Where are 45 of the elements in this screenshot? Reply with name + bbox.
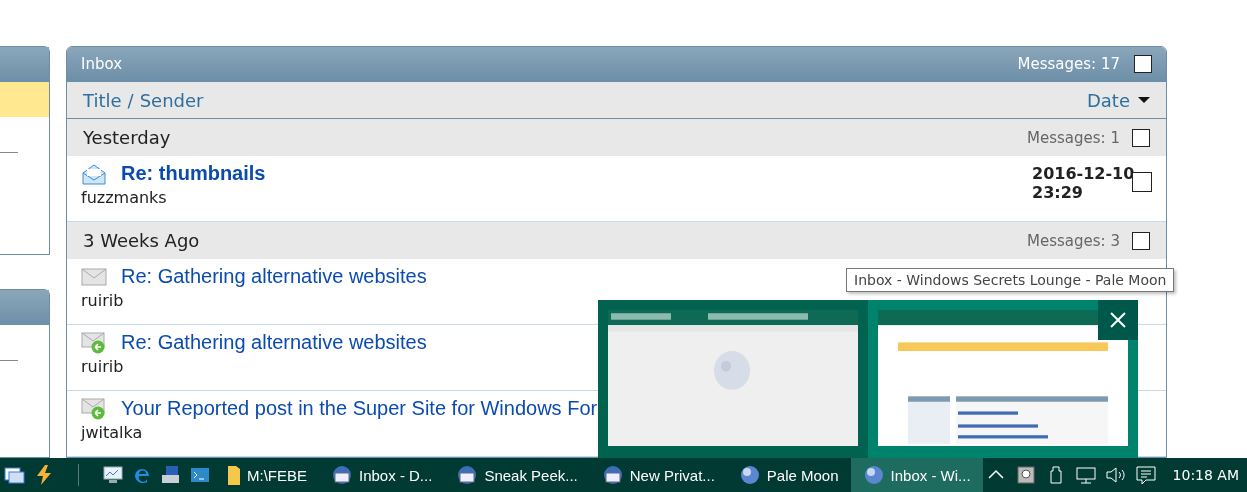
globe-icon — [862, 464, 885, 486]
sender-name: jwitalka — [81, 423, 144, 442]
envelope-reply-icon — [81, 397, 107, 420]
sort-link[interactable]: Sender — [139, 89, 204, 111]
message-count: Messages: 17 — [1017, 55, 1120, 73]
message-title-link[interactable]: Your Reported post in the Super Site for Windows For — [121, 397, 598, 420]
clock: 10:18 AM — [1172, 467, 1239, 483]
checkbox[interactable] — [1132, 128, 1150, 147]
group-label: 3 Weeks Ago — [83, 230, 200, 251]
caret-icon[interactable] — [1138, 96, 1150, 104]
taskbar-button[interactable]: M:\FEBE — [215, 458, 319, 492]
message-title-link[interactable]: Re: Gathering alternative websites — [121, 265, 427, 288]
tooltip: Inbox - Windows Secrets Lounge - Pale Moon — [846, 268, 1175, 292]
panel-title: Inbox — [81, 55, 123, 73]
envelope-icon — [81, 162, 107, 185]
globe-icon — [738, 464, 761, 486]
message-date: 2016-12-10 23:29 — [1032, 163, 1136, 202]
checkbox[interactable] — [1132, 231, 1150, 250]
panel-header — [0, 290, 49, 326]
sender-name: ruirib — [81, 291, 125, 310]
taskbar-button[interactable]: Sneak Peek... — [444, 458, 590, 492]
separator-text: / — [127, 89, 134, 111]
mail-app-icon — [456, 464, 479, 486]
envelope-reply-icon — [81, 331, 107, 354]
taskbar-button[interactable]: New Privat... — [589, 458, 727, 492]
message-count: Messages: 1 — [1027, 128, 1120, 147]
checkbox[interactable] — [1132, 172, 1152, 192]
panel-header — [0, 47, 49, 82]
sort-link[interactable]: Date — [1086, 89, 1130, 111]
taskbar-button[interactable]: Inbox - Wi... — [850, 458, 983, 492]
group-label: Yesterday — [83, 127, 171, 148]
folder-icon — [227, 464, 241, 486]
checkbox[interactable] — [1134, 55, 1152, 73]
mail-app-icon — [331, 464, 353, 486]
sender-name: fuzzmanks — [81, 188, 168, 207]
sender-name: ruirib — [81, 357, 125, 376]
sort-link[interactable]: Title — [83, 89, 122, 111]
taskbar-button[interactable]: Inbox - D... — [319, 458, 445, 492]
mail-app-icon — [601, 464, 624, 486]
message-title-link[interactable]: Re: Gathering alternative websites — [121, 331, 427, 354]
taskbar-button[interactable]: Pale Moon — [726, 458, 851, 492]
message-count: Messages: 3 — [1027, 231, 1120, 250]
close-icon[interactable] — [1098, 300, 1138, 340]
envelope-icon — [81, 265, 107, 288]
message-title-link[interactable]: Re: thumbnails — [121, 162, 266, 185]
